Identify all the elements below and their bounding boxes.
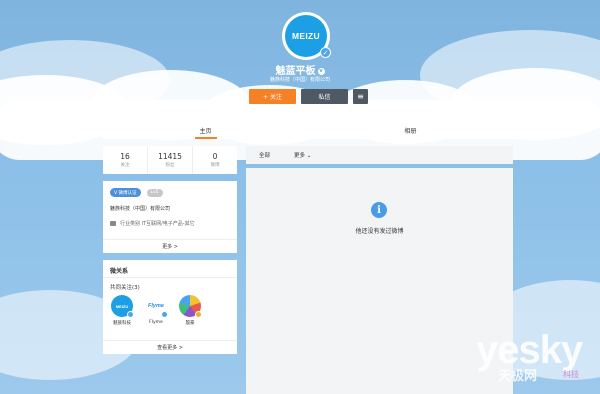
message-button[interactable]: 私信 — [301, 89, 348, 104]
mutual-follow-count: 共同关注(3) — [110, 285, 140, 291]
tab-home[interactable]: 主页 — [103, 121, 308, 139]
verified-company: 魅族科技（中国）有限公司 — [110, 206, 171, 212]
profile-name: 魅蓝平板 v — [0, 62, 600, 77]
user-photo-icon — [179, 295, 202, 318]
flyme-logo-icon: Flyme — [145, 295, 168, 318]
verification-badges: V 微博认证 Lv5 — [110, 188, 163, 197]
profile-avatar[interactable]: MEIZU ✓ — [282, 12, 331, 60]
meizu-logo-icon: MEIZU — [111, 295, 134, 318]
stat-following[interactable]: 16 关注 — [103, 146, 148, 174]
relations-title: 微关系 — [110, 268, 129, 275]
industry-text: 行业类别 IT互联网/电子产品-其它 — [120, 221, 195, 227]
weibo-verified-badge[interactable]: V 微博认证 — [110, 188, 141, 197]
industry-row: 行业类别 IT互联网/电子产品-其它 — [110, 220, 195, 227]
profile-tabs: 主页 相册 — [103, 121, 513, 139]
profile-actions: + 关注 私信 ≡ — [249, 89, 368, 104]
verified-icon: ✓ — [320, 47, 331, 58]
yesky-watermark-small: 科技 — [563, 370, 579, 379]
level-badge[interactable]: Lv5 — [146, 188, 163, 197]
mutual-users: MEIZU 魅族科技 Flyme Flyme 殷豪 — [110, 295, 202, 326]
stat-value: 16 — [120, 152, 130, 161]
verified-icon — [127, 311, 134, 318]
stat-value: 11415 — [158, 152, 182, 161]
verified-small-icon: v — [317, 67, 325, 75]
stat-value: 0 — [212, 152, 218, 161]
info-icon: i — [371, 202, 387, 218]
stats-card: 16 关注 11415 粉丝 0 微博 — [103, 146, 237, 174]
relations-more-link[interactable]: 查看更多 > — [103, 340, 237, 354]
divider — [103, 277, 237, 278]
menu-icon[interactable]: ≡ — [353, 89, 368, 104]
feed-panel: i 他还没有发过微博 — [246, 168, 513, 394]
profile-company: 魅族科技（中国）有限公司 — [269, 77, 330, 83]
mutual-user-name: 魅族科技 — [113, 321, 131, 326]
verified-icon — [161, 311, 168, 318]
tab-album[interactable]: 相册 — [308, 121, 513, 139]
avatar-text: MEIZU — [115, 303, 129, 309]
stat-label: 关注 — [120, 163, 130, 168]
stat-followers[interactable]: 11415 粉丝 — [148, 146, 193, 174]
mutual-user-name: Flyme — [149, 320, 163, 325]
filter-all[interactable]: 全部 — [259, 151, 270, 159]
stat-label: 粉丝 — [165, 163, 175, 168]
avatar-text: Flyme — [148, 303, 164, 309]
mutual-user[interactable]: Flyme Flyme — [144, 295, 168, 326]
feed-filter-bar: 全部 更多 ⌄ — [246, 146, 513, 164]
follow-button[interactable]: + 关注 — [249, 89, 296, 104]
verification-card: V 微博认证 Lv5 魅族科技（中国）有限公司 行业类别 IT互联网/电子产品-… — [103, 181, 237, 253]
stat-posts[interactable]: 0 微博 — [193, 146, 237, 174]
empty-feed-message: 他还没有发过微博 — [355, 228, 404, 235]
relations-card: 微关系 共同关注(3) MEIZU 魅族科技 Flyme Flyme 殷豪 查看… — [103, 260, 237, 354]
verification-more-link[interactable]: 更多 > — [103, 239, 237, 253]
mutual-user[interactable]: 殷豪 — [178, 295, 202, 326]
stat-label: 微博 — [210, 163, 220, 168]
mutual-user[interactable]: MEIZU 魅族科技 — [110, 295, 134, 326]
briefcase-icon — [110, 221, 116, 226]
filter-more[interactable]: 更多 ⌄ — [294, 151, 311, 159]
yesky-watermark-cn: 天极网 — [498, 369, 538, 384]
mutual-user-name: 殷豪 — [185, 321, 195, 326]
verified-icon — [195, 311, 202, 318]
